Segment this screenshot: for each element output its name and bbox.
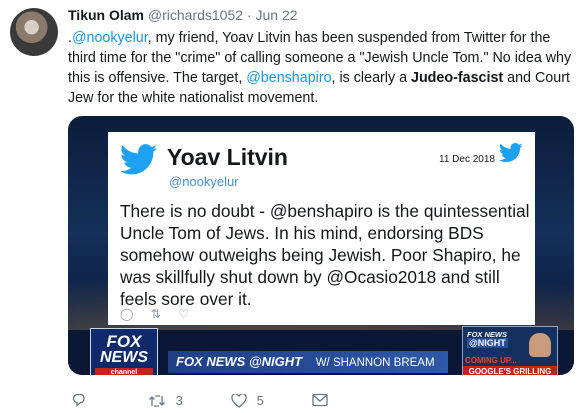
promo-coming-up: COMING UP... [465,356,517,365]
author-name[interactable]: Tikun Olam [68,7,144,23]
reply-icon [72,393,85,407]
fox-logo-line1: FOX [106,332,142,351]
like-icon [231,393,247,408]
message-button[interactable] [312,393,328,410]
tweet-text: .@nookyelur, my friend, Yoav Litvin has … [68,28,573,108]
retweet-count: 3 [175,393,183,408]
reply-icon: ◯ [120,307,134,321]
retweet-button[interactable]: 3 [148,393,183,411]
quoted-actions: ◯ ⇅ ♡ [120,307,203,321]
author-handle[interactable]: @richards1052 [148,7,243,23]
retweet-icon: ⇅ [150,307,161,321]
fox-logo-line3: channel [95,368,153,375]
tweet-media-image[interactable]: Yoav Litvin @nookyelur 11 Dec 2018 There… [68,116,574,375]
message-icon [312,393,328,407]
fox-logo-line2: NEWS [100,349,148,366]
quoted-author-handle: @nookyelur [169,174,239,189]
promo-photo [529,333,551,357]
retweet-icon [149,395,165,407]
tweet-date[interactable]: Jun 22 [255,7,297,23]
mention-benshapiro[interactable]: @benshapiro [246,70,331,86]
separator: · [246,7,252,23]
twitter-bird-icon [499,143,523,163]
show-strip: FOX NEWS @NIGHT W/ SHANNON BREAM [168,351,448,373]
promo-topic: GOOGLE'S GRILLING [463,366,557,375]
quoted-author-name: Yoav Litvin [167,144,288,170]
promo-show: @NIGHT [467,338,508,348]
quoted-tweet-card: Yoav Litvin @nookyelur 11 Dec 2018 There… [108,132,535,325]
like-icon: ♡ [178,307,189,321]
show-title: FOX NEWS @NIGHT [176,354,303,369]
mention-nookyelur[interactable]: @nookyelur [72,30,148,46]
text-bold: Judeo-fascist [411,70,504,86]
avatar[interactable] [10,8,58,56]
like-count: 5 [256,393,264,408]
reply-button[interactable] [72,393,88,410]
tweet-header: Tikun Olam @richards1052 · Jun 22 [68,7,298,23]
quoted-text: There is no doubt - @benshapiro is the q… [120,201,530,309]
text-middle: , is clearly a [331,70,411,86]
show-host: W/ SHANNON BREAM [315,357,435,369]
like-button[interactable]: 5 [231,393,264,411]
coming-up-promo: FOX NEWS @NIGHT COMING UP... GOOGLE'S GR… [462,326,558,375]
twitter-bird-icon [120,144,158,175]
fox-news-logo: FOX NEWS channel [90,328,158,375]
quoted-date: 11 Dec 2018 [439,154,495,165]
